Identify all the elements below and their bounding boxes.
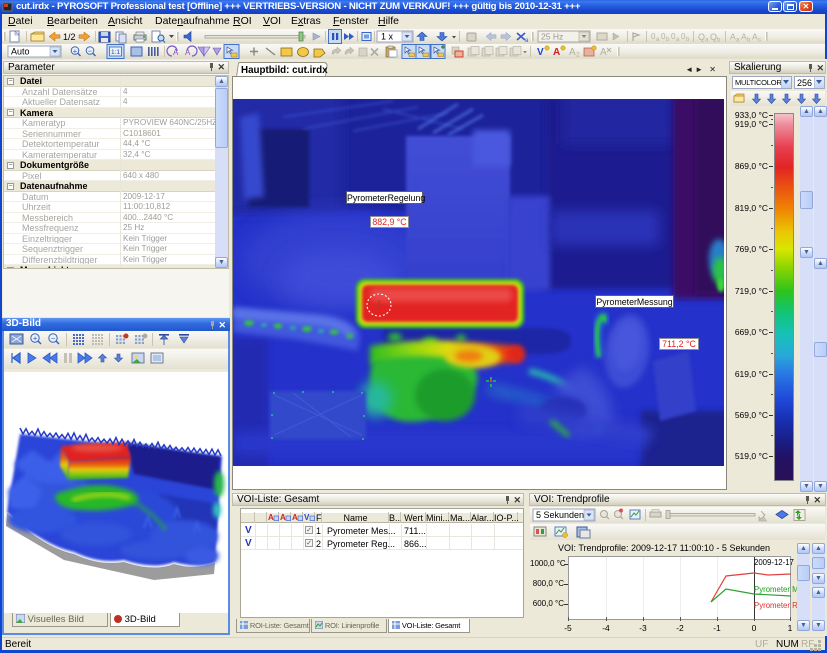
svg-text:1/2: 1/2: [63, 32, 76, 42]
svg-text:A: A: [569, 47, 576, 58]
svg-text:A: A: [292, 513, 298, 522]
svg-text:A: A: [280, 513, 286, 522]
svg-text:A: A: [553, 47, 560, 58]
svg-text:a: a: [656, 37, 660, 43]
svg-text:A: A: [268, 513, 274, 522]
svg-text:a: a: [705, 38, 709, 44]
svg-text:−: −: [88, 46, 93, 55]
svg-text:5 Sekunden: 5 Sekunden: [536, 510, 584, 520]
svg-text:b: b: [747, 38, 751, 44]
svg-text:c: c: [758, 38, 761, 44]
svg-text:A: A: [173, 48, 179, 57]
svg-text:Auto: Auto: [11, 47, 30, 57]
svg-text:1 x: 1 x: [381, 32, 394, 42]
svg-text:Q: Q: [710, 32, 717, 42]
svg-text:V: V: [537, 47, 544, 58]
svg-text:b: b: [717, 38, 721, 44]
svg-text:+: +: [73, 46, 78, 55]
svg-text:V: V: [304, 513, 310, 522]
svg-text:b: b: [686, 37, 690, 43]
svg-text:+: +: [33, 334, 38, 343]
svg-text:2: 2: [576, 52, 580, 59]
svg-text:b: b: [666, 37, 670, 43]
svg-text:a: a: [736, 38, 740, 44]
svg-text:A: A: [600, 47, 607, 58]
svg-text:a: a: [676, 37, 680, 43]
svg-text:A: A: [185, 48, 191, 57]
svg-text:25 Hz: 25 Hz: [541, 32, 563, 42]
svg-text:Q: Q: [698, 32, 705, 42]
svg-text:1:1: 1:1: [111, 49, 120, 56]
svg-text:−: −: [51, 334, 56, 343]
